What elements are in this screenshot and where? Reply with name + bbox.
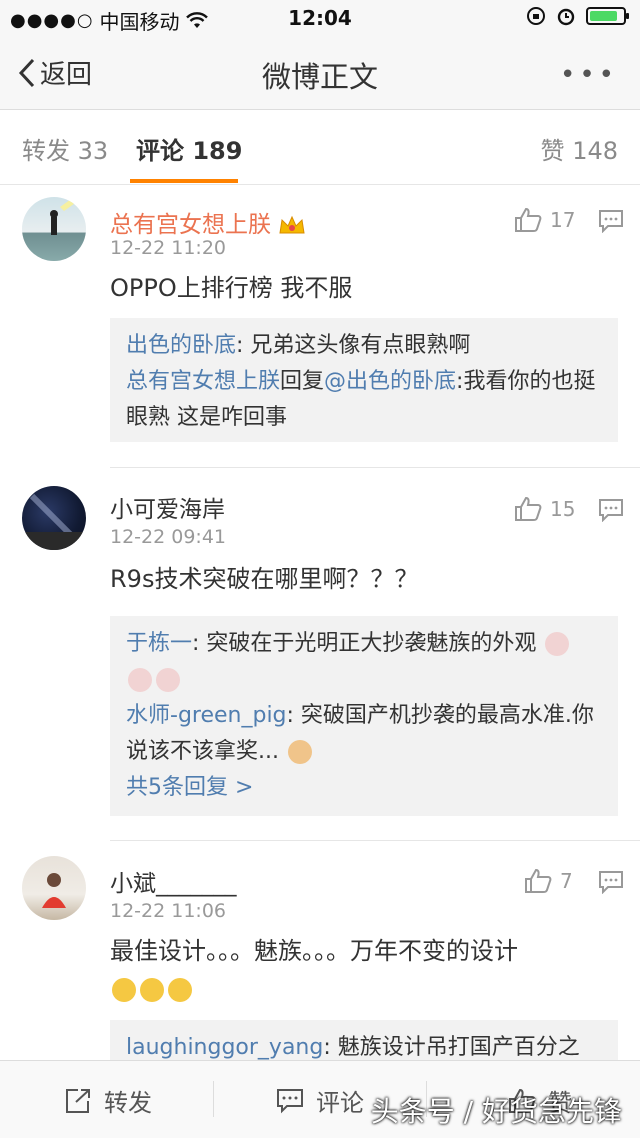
battery-icon	[586, 7, 629, 25]
comment-text: R9s技术突破在哪里啊？？？	[110, 565, 419, 593]
shrug-emoji-icon	[112, 978, 136, 1002]
like-button[interactable]: 17	[514, 207, 575, 233]
reply-text: : 魅族设计吊打国产百分之	[323, 1035, 580, 1060]
commenter-name[interactable]: 总有宫女想上朕	[110, 205, 306, 239]
mention-link[interactable]: @出色的卧底	[324, 369, 456, 394]
more-options-button[interactable]: •••	[560, 60, 618, 90]
divider	[110, 467, 640, 468]
reply-item: 于栋一: 突破在于光明正大抄袭魅族的外观	[126, 626, 602, 698]
like-count: 17	[550, 208, 576, 232]
reply-user-link[interactable]: 水师-green_pig	[126, 703, 287, 728]
reply-icon[interactable]	[598, 498, 624, 522]
comment-time: 12-22 09:41	[110, 526, 227, 548]
reply-keyword: 回复	[280, 369, 325, 394]
tab-likes-count: 148	[572, 137, 618, 165]
repost-button[interactable]: 转发	[64, 1083, 152, 1118]
reply-list[interactable]: 出色的卧底: 兄弟这头像有点眼熟啊 总有宫女想上朕回复@出色的卧底:我看你的也挺…	[110, 318, 618, 442]
shocked-face-emoji-icon	[545, 632, 570, 656]
comment-icon	[277, 1088, 303, 1113]
repost-label: 转发	[104, 1089, 152, 1117]
tab-likes[interactable]: 赞 148	[541, 131, 618, 166]
thumbs-up-icon	[515, 207, 542, 232]
status-bar: ●●●●○ 中国移动 12:04	[0, 0, 640, 36]
avatar-image	[50, 197, 78, 235]
thumbs-up-icon	[525, 868, 552, 893]
comment-time: 12-22 11:20	[110, 237, 227, 259]
avatar[interactable]	[22, 197, 86, 261]
comment-text: 最佳设计。。。魅族。。。万年不变的设计	[110, 932, 620, 1008]
share-icon	[66, 1088, 90, 1113]
avatar-image	[42, 873, 66, 908]
comment-label: 评论	[316, 1089, 364, 1117]
like-count: 7	[560, 869, 573, 893]
page-title: 微博正文	[261, 60, 378, 94]
commenter-name[interactable]: 小可爱海岸	[110, 490, 225, 524]
reply-item: 水师-green_pig: 突破国产机抄袭的最高水准.你说该不该拿奖...	[126, 698, 602, 770]
avatar-image	[22, 493, 86, 550]
commenter-name-text: 总有宫女想上朕	[110, 212, 271, 238]
comment-text-content: 最佳设计。。。魅族。。。万年不变的设计	[110, 937, 518, 965]
comment-time: 12-22 11:06	[110, 900, 227, 922]
reply-item: 总有宫女想上朕回复@出色的卧底:我看你的也挺眼熟 这是咋回事	[126, 364, 602, 436]
divider	[213, 1081, 214, 1117]
divider	[110, 840, 640, 841]
alarm-icon	[557, 8, 575, 26]
reply-user-link[interactable]: 出色的卧底	[126, 333, 236, 358]
reply-user-link[interactable]: 总有宫女想上朕	[126, 369, 280, 394]
tab-bar: 转发 33 评论 189 赞 148	[0, 111, 640, 185]
like-count: 15	[550, 497, 576, 521]
reply-user-link[interactable]: laughinggor_yang	[126, 1035, 323, 1060]
shocked-face-emoji-icon	[156, 668, 180, 692]
reply-user-link[interactable]: 于栋一	[126, 631, 192, 656]
reply-text: : 兄弟这头像有点眼熟啊	[236, 333, 471, 358]
reply-item: 出色的卧底: 兄弟这头像有点眼熟啊	[126, 328, 602, 364]
shrug-emoji-icon	[140, 978, 164, 1002]
comment-button[interactable]: 评论	[276, 1083, 364, 1118]
tab-repost[interactable]: 转发 33	[22, 131, 108, 166]
reply-icon[interactable]	[598, 209, 624, 233]
bottom-action-bar: 转发 评论 赞 头条号 / 好货急先锋	[0, 1060, 640, 1138]
commenter-name[interactable]: 小斌_______	[110, 864, 237, 898]
like-button[interactable]: 15	[514, 496, 575, 522]
tab-repost-label: 转发	[22, 137, 70, 165]
navigation-bar: 返回 微博正文 •••	[0, 36, 640, 110]
reply-text: : 突破在于光明正大抄袭魅族的外观	[192, 631, 537, 656]
tab-repost-count: 33	[77, 137, 109, 165]
thumbs-up-icon	[515, 496, 542, 521]
tab-comments-label: 评论	[136, 137, 184, 165]
vip-crown-icon	[279, 215, 305, 233]
reply-list[interactable]: 于栋一: 突破在于光明正大抄袭魅族的外观 水师-green_pig: 突破国产机…	[110, 616, 618, 816]
comment-text: OPPO上排行榜 我不服	[110, 274, 353, 302]
shocked-face-emoji-icon	[128, 668, 152, 692]
tab-likes-label: 赞	[540, 137, 565, 165]
orientation-lock-icon	[527, 7, 545, 25]
reply-icon[interactable]	[598, 870, 624, 894]
avatar[interactable]	[22, 486, 86, 550]
like-button[interactable]: 7	[524, 868, 573, 894]
more-replies-link[interactable]: 共5条回复 >	[126, 770, 602, 806]
cat-emoji-icon	[287, 740, 312, 764]
active-tab-indicator	[130, 179, 238, 183]
avatar[interactable]	[22, 856, 86, 920]
tab-comments[interactable]: 评论 189	[136, 131, 242, 166]
shrug-emoji-icon	[168, 978, 192, 1002]
watermark: 头条号 / 好货急先锋	[370, 1095, 622, 1128]
tab-comments-count: 189	[192, 137, 243, 165]
